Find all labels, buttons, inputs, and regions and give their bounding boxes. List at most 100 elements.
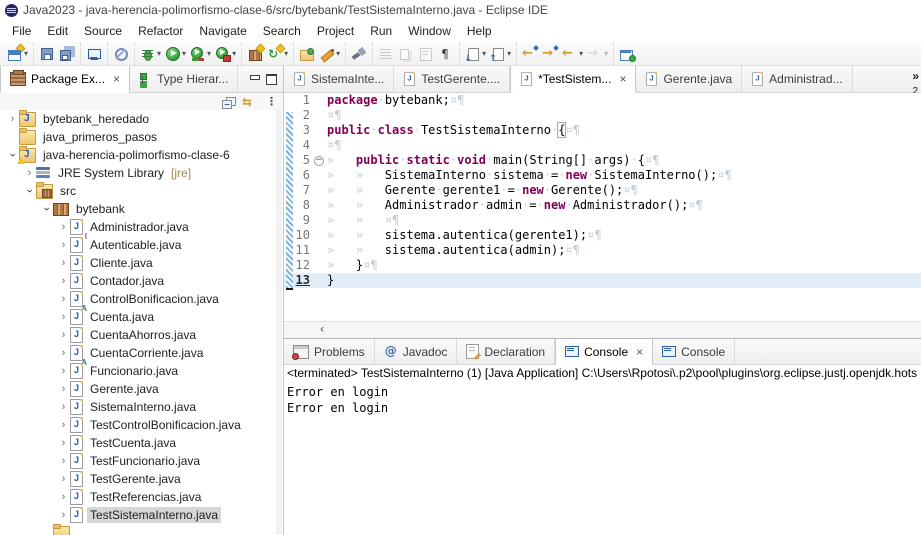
code-line-11[interactable]: 11» » sistema.autentica(admin);¤¶	[284, 243, 921, 258]
maximize-icon[interactable]	[263, 71, 280, 87]
expander-collapsed-icon[interactable]: ›	[57, 239, 70, 251]
tree-item-java-primeros-pasos[interactable]: java_primeros_pasos	[0, 128, 283, 146]
editor-tab-testgerente[interactable]: TestGerente....	[394, 66, 511, 92]
open-type-button[interactable]	[297, 44, 317, 64]
tree-item-jre-system-library[interactable]: › JRE System Library [jre]	[0, 164, 283, 182]
dropdown-arrow-icon[interactable]: ▾	[157, 49, 161, 58]
menu-search[interactable]: Search	[255, 21, 309, 41]
minimize-icon[interactable]	[246, 71, 263, 87]
collapse-all-icon[interactable]	[221, 94, 237, 110]
fold-column[interactable]	[312, 243, 325, 258]
code-line-10[interactable]: 10» » sistema.autentica(gerente1);¤¶	[284, 228, 921, 243]
expander-collapsed-icon[interactable]: ›	[57, 473, 70, 485]
dropdown-arrow-icon[interactable]: ▾	[482, 49, 486, 58]
dropdown-arrow-icon[interactable]: ▾	[182, 49, 186, 58]
code-line-3[interactable]: 3 public·class·TestSistemaInterno·{¤¶	[284, 122, 921, 138]
expander-collapsed-icon[interactable]: ›	[57, 419, 70, 431]
save-all-button[interactable]	[57, 44, 77, 64]
tree-item-src[interactable]: › src	[0, 182, 283, 200]
explorer-scrollbar[interactable]	[276, 110, 282, 535]
view-tab-type-hierar[interactable]: Type Hierar...	[130, 66, 239, 92]
fold-column[interactable]	[312, 273, 325, 288]
previous-annotation-button[interactable]: ▾	[488, 44, 513, 64]
close-icon[interactable]: ×	[619, 72, 626, 86]
editor-horizontal-scrollbar[interactable]: ‹	[284, 321, 921, 338]
view-tab-package-ex[interactable]: Package Ex... ×	[0, 66, 131, 93]
code-line-6[interactable]: 6» » SistemaInterno·sistema·=·new·Sistem…	[284, 168, 921, 183]
code-line-7[interactable]: 7» » Gerente·gerente1·=·new·Gerente();¤¶	[284, 183, 921, 198]
code-line-9[interactable]: 9» » ¤¶	[284, 213, 921, 228]
menu-source[interactable]: Source	[76, 21, 130, 41]
last-edit-location-button[interactable]	[520, 44, 540, 64]
console-tab-declaration[interactable]: Declaration	[457, 339, 556, 364]
pin-editor-button[interactable]	[617, 44, 637, 64]
console-tab-console[interactable]: Console ×	[555, 339, 654, 365]
run-button[interactable]: ▾	[163, 44, 188, 64]
console-tab-problems[interactable]: Problems	[284, 339, 375, 364]
code-line-1[interactable]: 1 package·bytebank;¤¶	[284, 93, 921, 108]
code-editor[interactable]: 1 package·bytebank;¤¶ 2 ¤¶ 3 public·class·Tes…	[284, 93, 921, 322]
project-tree[interactable]: ›bytebank_heredadojava_primeros_pasos›ja…	[0, 110, 283, 535]
profile-button[interactable]: ▾	[213, 44, 238, 64]
expander-collapsed-icon[interactable]: ›	[57, 347, 70, 359]
tree-item-partial[interactable]	[0, 524, 283, 535]
code-line-12[interactable]: 12» }¤¶	[284, 258, 921, 273]
menu-project[interactable]: Project	[309, 21, 362, 41]
forward-button[interactable]: ▾	[585, 44, 610, 64]
search-button[interactable]	[349, 44, 369, 64]
menu-refactor[interactable]: Refactor	[130, 21, 191, 41]
code-line-13[interactable]: 13}	[284, 273, 921, 288]
scroll-left-icon[interactable]: ‹	[314, 322, 330, 337]
back-button[interactable]: ▾	[560, 44, 585, 64]
update-button[interactable]: ▾	[265, 43, 290, 64]
dropdown-arrow-icon[interactable]: ▾	[284, 49, 288, 58]
tree-item-controlbonificacion-java[interactable]: › ControlBonificacion.java	[0, 290, 283, 308]
expander-collapsed-icon[interactable]: ›	[57, 293, 70, 305]
tree-item-contador-java[interactable]: › Contador.java	[0, 272, 283, 290]
tree-item-cuenta-java[interactable]: › ACuenta.java	[0, 305, 283, 326]
expander-collapsed-icon[interactable]: ›	[57, 221, 70, 233]
open-console-button[interactable]	[84, 44, 104, 64]
tree-item-testcuenta-java[interactable]: › TestCuenta.java	[0, 434, 283, 452]
expander-collapsed-icon[interactable]: ›	[57, 365, 70, 377]
expander-collapsed-icon[interactable]: ›	[57, 275, 70, 287]
console-tab-javadoc[interactable]: Javadoc	[375, 339, 458, 364]
menu-window[interactable]: Window	[400, 21, 459, 41]
dropdown-arrow-icon[interactable]: ▾	[232, 49, 236, 58]
next-annotation-button[interactable]: ▾	[463, 44, 488, 64]
code-line-2[interactable]: 2 ¤¶	[284, 108, 921, 123]
fold-column[interactable]	[312, 198, 325, 213]
fold-column[interactable]	[312, 153, 325, 168]
show-selected-element-button[interactable]	[416, 44, 436, 64]
tree-item-administrador-java[interactable]: › Administrador.java	[0, 218, 283, 236]
tree-item-testgerente-java[interactable]: › TestGerente.java	[0, 470, 283, 488]
fold-column[interactable]	[312, 228, 325, 243]
dropdown-arrow-icon[interactable]: ▾	[24, 49, 28, 58]
tree-item-testsistemainterno-java[interactable]: › TestSistemaInterno.java	[0, 506, 283, 524]
fold-column[interactable]	[312, 168, 325, 183]
expander-collapsed-icon[interactable]: ›	[57, 401, 70, 413]
save-button[interactable]	[37, 44, 57, 64]
menu-navigate[interactable]: Navigate	[191, 21, 254, 41]
skip-breakpoints-button[interactable]	[111, 44, 131, 64]
editor-tab-sistemainte[interactable]: SistemaInte...	[284, 66, 395, 92]
mark-occurrences-button[interactable]: ▾	[317, 44, 342, 64]
debug-button[interactable]: ▾	[138, 44, 163, 64]
expander-collapsed-icon[interactable]: ›	[57, 329, 70, 341]
expander-collapsed-icon[interactable]: ›	[57, 383, 70, 395]
tree-item-bytebank-heredado[interactable]: › bytebank_heredado	[0, 110, 283, 128]
menu-file[interactable]: File	[4, 21, 39, 41]
code-line-5[interactable]: 5» public·static·void·main(String[]·args…	[284, 153, 921, 168]
format-button[interactable]	[376, 44, 396, 64]
tree-item-cuentaahorros-java[interactable]: › CuentaAhorros.java	[0, 326, 283, 344]
expander-collapsed-icon[interactable]: ›	[57, 509, 70, 521]
collapse-region-icon[interactable]	[314, 156, 324, 166]
link-with-editor-icon[interactable]	[241, 94, 257, 110]
expander-expanded-icon[interactable]: ›	[24, 185, 36, 198]
menu-edit[interactable]: Edit	[39, 21, 76, 41]
expander-collapsed-icon[interactable]: ›	[57, 455, 70, 467]
editor-tab-administrad[interactable]: Administrad...	[742, 66, 853, 92]
fold-column[interactable]	[312, 123, 325, 138]
tree-item-sistemainterno-java[interactable]: › SistemaInterno.java	[0, 398, 283, 416]
dropdown-arrow-icon[interactable]: ▾	[336, 49, 340, 58]
